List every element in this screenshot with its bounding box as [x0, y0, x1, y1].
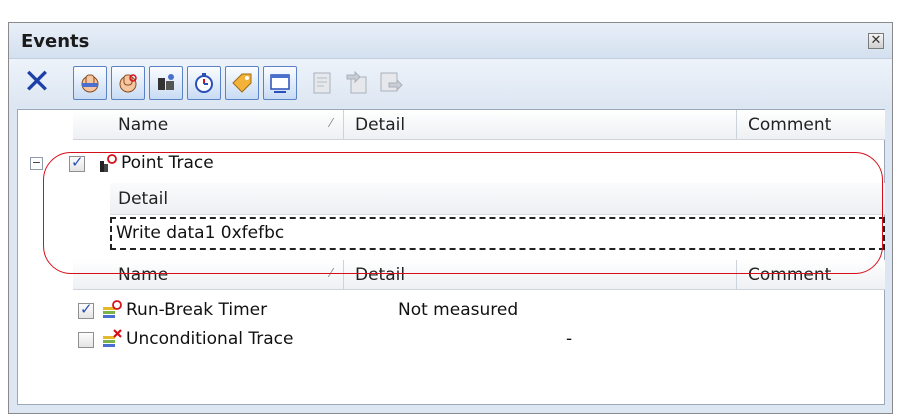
column-separator [343, 260, 344, 290]
panel-titlebar: Events ✕ [9, 23, 892, 59]
panel-title: Events [21, 31, 90, 52]
column-name-header[interactable]: Name [118, 115, 168, 135]
point-trace-icon [98, 152, 118, 181]
column-separator [343, 110, 344, 140]
delete-icon[interactable]: ✕ [21, 65, 53, 101]
run-break-timer-checkbox[interactable] [78, 300, 94, 319]
collapse-icon[interactable]: − [30, 157, 43, 170]
point-trace-checkbox[interactable] [69, 153, 85, 172]
timer-icon[interactable] [187, 66, 221, 100]
run-break-timer-label: Run-Break Timer [126, 300, 268, 320]
column-header-top: Name ⁄ Detail Comment [73, 110, 885, 140]
events-panel: Events ✕ ✕ Name ⁄ Detail Comment − ✓ Poi… [8, 22, 893, 414]
column-comment-header[interactable]: Comment [748, 115, 831, 135]
point-trace-label: Point Trace [121, 153, 214, 173]
unconditional-trace-label: Unconditional Trace [126, 329, 294, 349]
tree-row-unconditional-trace[interactable]: Unconditional Trace - [18, 326, 878, 354]
detail-subheader: Detail [110, 183, 885, 215]
tag-icon[interactable] [225, 66, 259, 100]
sort-icon: ⁄ [330, 116, 333, 130]
unconditional-trace-icon [102, 328, 124, 355]
column-separator [736, 260, 737, 290]
tree-row-point-trace[interactable]: − Point Trace [18, 150, 878, 178]
sort-icon: ⁄ [330, 266, 333, 280]
events-tree: Name ⁄ Detail Comment − Point Trace Deta… [17, 109, 885, 405]
hardware-break-icon[interactable] [73, 66, 107, 100]
trace-icon[interactable] [149, 66, 183, 100]
detail-value-text: Write data1 0xfefbc [116, 223, 285, 243]
software-break-icon[interactable] [111, 66, 145, 100]
close-icon[interactable]: ✕ [868, 33, 884, 49]
unconditional-trace-checkbox[interactable] [78, 332, 94, 348]
column-detail-header[interactable]: Detail [355, 265, 405, 285]
import-icon [343, 69, 371, 97]
detail-subheader-label: Detail [118, 189, 169, 209]
run-break-timer-icon [102, 299, 124, 326]
detail-value-row[interactable]: Write data1 0xfefbc [110, 217, 885, 250]
tree-row-run-break-timer[interactable]: Run-Break Timer Not measured [18, 297, 878, 325]
console-icon[interactable] [263, 66, 297, 100]
column-separator [736, 110, 737, 140]
unconditional-trace-detail: - [566, 329, 573, 349]
column-comment-header[interactable]: Comment [748, 265, 831, 285]
export-icon [377, 69, 405, 97]
column-detail-header[interactable]: Detail [355, 115, 405, 135]
column-name-header[interactable]: Name [118, 265, 168, 285]
properties-icon [309, 69, 337, 97]
toolbar: ✕ [9, 59, 892, 107]
column-header-bottom: Name ⁄ Detail Comment [73, 260, 885, 290]
run-break-timer-detail: Not measured [398, 300, 519, 320]
